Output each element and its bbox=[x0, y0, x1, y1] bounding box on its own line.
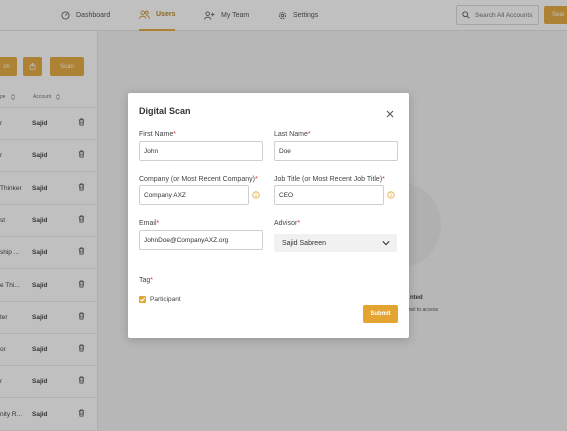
company-field[interactable]: Company AXZ bbox=[139, 185, 249, 205]
close-icon bbox=[386, 110, 394, 118]
advisor-select[interactable]: Sajid Sabreen bbox=[274, 234, 397, 252]
last-name-field[interactable]: Doe bbox=[274, 141, 398, 161]
company-label: Company (or Most Recent Company)* bbox=[139, 176, 258, 183]
email-label: Email* bbox=[139, 220, 160, 227]
info-icon[interactable] bbox=[387, 191, 395, 199]
digital-scan-dialog: Digital Scan First Name* John Last Name*… bbox=[128, 93, 409, 338]
advisor-selected-value: Sajid Sabreen bbox=[282, 239, 326, 247]
advisor-label: Advisor* bbox=[274, 220, 301, 227]
info-icon[interactable] bbox=[252, 191, 260, 199]
submit-button[interactable]: Submit bbox=[363, 305, 398, 323]
job-title-field[interactable]: CEO bbox=[274, 185, 384, 205]
tag-label: Tag* bbox=[139, 277, 154, 284]
chevron-down-icon bbox=[382, 241, 390, 246]
first-name-field[interactable]: John bbox=[139, 141, 263, 161]
close-button[interactable] bbox=[385, 106, 395, 118]
first-name-label: First Name* bbox=[139, 131, 176, 138]
dialog-title: Digital Scan bbox=[139, 106, 191, 116]
participant-checkbox[interactable] bbox=[139, 296, 146, 303]
participant-label[interactable]: Participant bbox=[150, 296, 181, 303]
checkmark-icon bbox=[140, 297, 146, 302]
email-field[interactable]: JohnDoe@CompanyAXZ.org bbox=[139, 230, 263, 250]
job-title-label: Job Title (or Most Recent Job Title)* bbox=[274, 176, 385, 183]
last-name-label: Last Name* bbox=[274, 131, 311, 138]
